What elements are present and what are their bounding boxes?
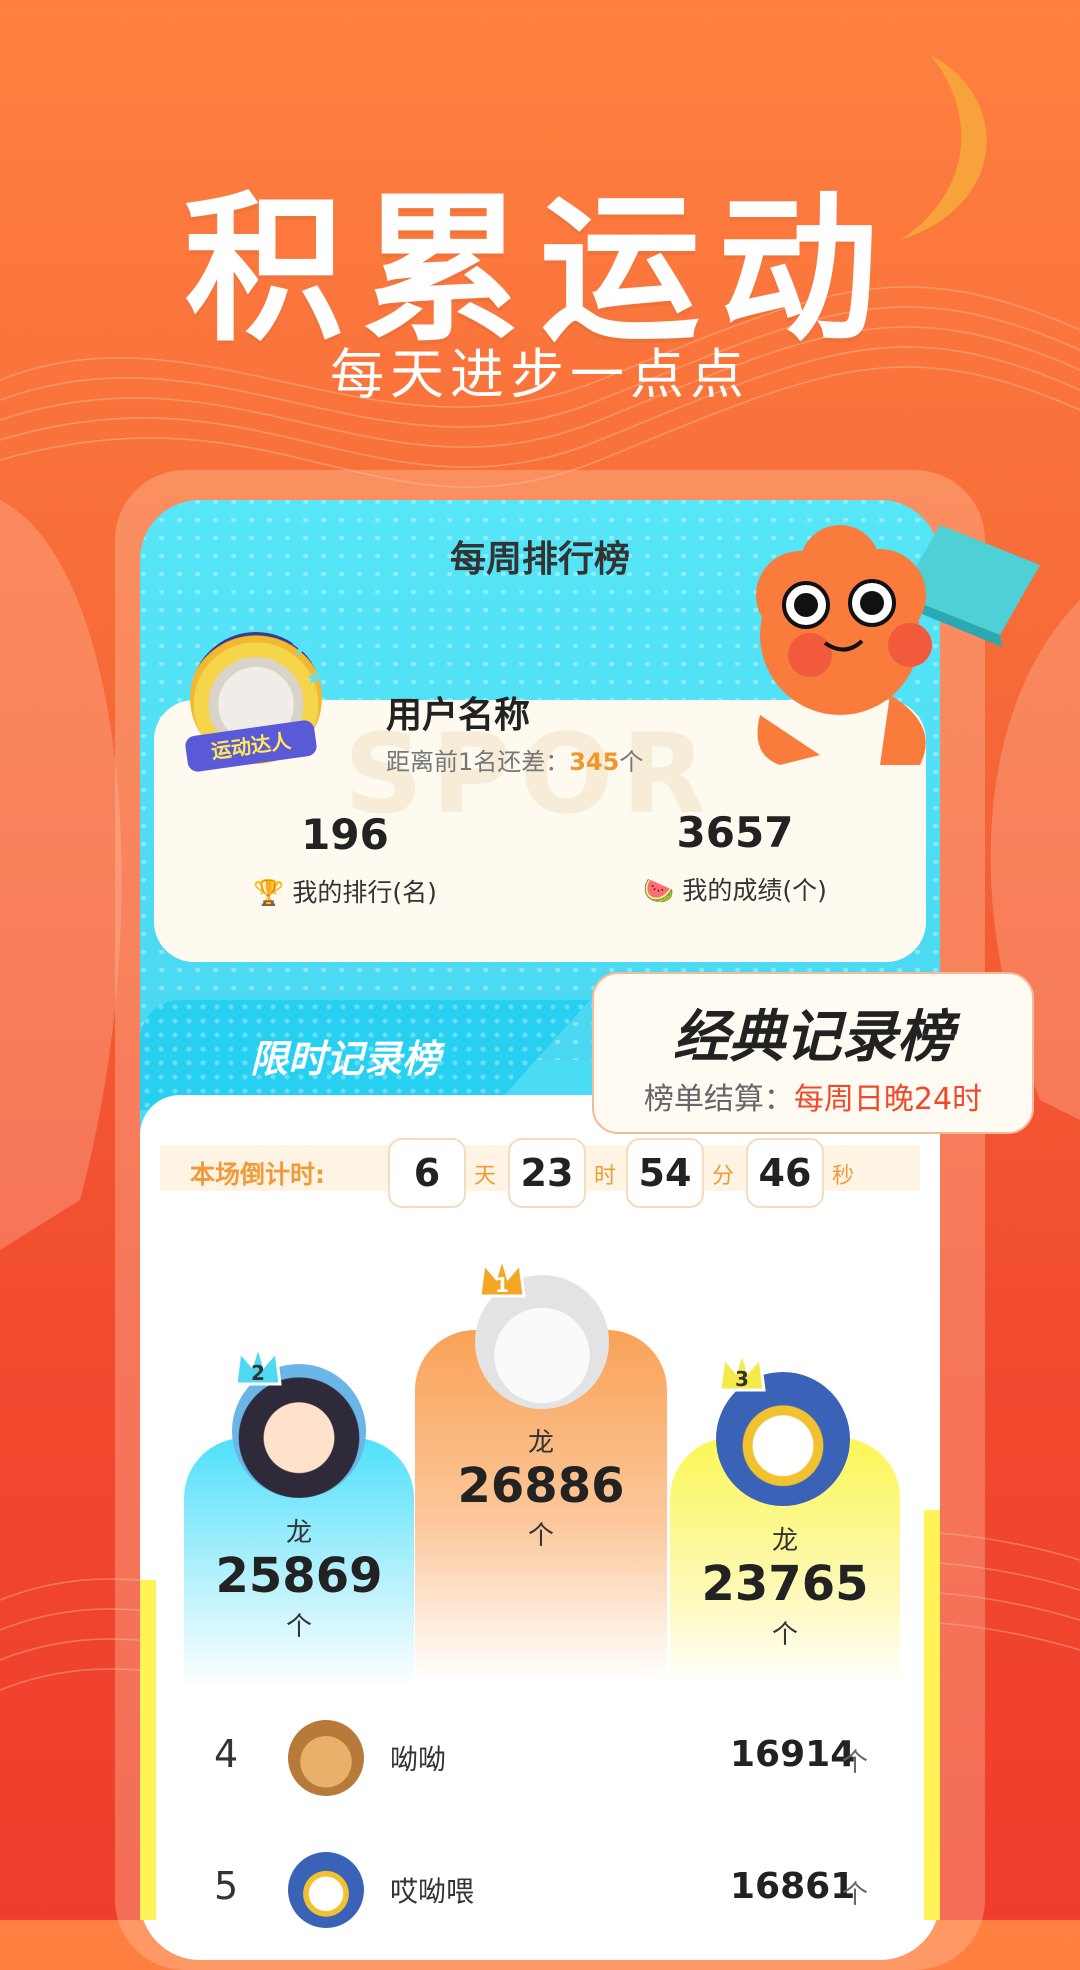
my-rank-label: 我的排行(名): [292, 878, 437, 907]
my-score-stat: 3657 🍉 我的成绩(个): [600, 808, 870, 907]
countdown-seconds-unit: 秒: [832, 1164, 855, 1189]
list-item-score: 16861: [730, 1866, 856, 1907]
list-item-rank: 4: [214, 1732, 239, 1776]
first-place-unit: 个: [527, 1521, 554, 1551]
my-rank-stat: 196 🏆 我的排行(名): [210, 810, 480, 909]
settlement-value: 每周日晚24时: [793, 1082, 983, 1117]
list-item-unit: 个: [842, 1880, 869, 1910]
first-place-name: 龙: [527, 1428, 554, 1458]
star-icon: ★: [290, 630, 316, 663]
second-place-name: 龙: [285, 1518, 312, 1548]
crown-third-icon: 3: [718, 1346, 766, 1392]
mascot-illustration: [756, 525, 1040, 765]
decor-stripe-right: [924, 1510, 940, 1920]
countdown-minutes-unit: 分: [712, 1164, 735, 1189]
list-item-name: 哎呦喂: [390, 1875, 475, 1908]
list-item-name: 呦呦: [390, 1743, 447, 1776]
my-rank-label-row: 🏆 我的排行(名): [210, 873, 480, 909]
my-score-label-row: 🍉 我的成绩(个): [600, 871, 870, 907]
crown-first-icon: 1: [478, 1252, 526, 1298]
hero-subtitle: 每天进步一点点: [330, 343, 750, 406]
svg-text:1: 1: [495, 1273, 509, 1297]
star-icon: ★: [306, 668, 323, 689]
svg-text:2: 2: [251, 1361, 265, 1385]
countdown-days-unit: 天: [474, 1164, 497, 1189]
tab-classic-label: 经典记录榜: [673, 1005, 953, 1070]
second-place-score: 25869: [215, 1548, 383, 1604]
tab-limited-label[interactable]: 限时记录榜: [250, 1028, 440, 1083]
third-place-unit: 个: [771, 1620, 798, 1650]
countdown-minutes: 54: [626, 1138, 704, 1208]
countdown-hours: 23: [508, 1138, 586, 1208]
username: 用户名称: [386, 695, 531, 736]
svg-text:3: 3: [735, 1367, 749, 1391]
second-place-unit: 个: [285, 1612, 312, 1642]
list-item-rank: 5: [214, 1864, 239, 1908]
rank-gap-label: 距离前1名还差：: [386, 748, 570, 776]
trophy-icon: 🏆: [253, 878, 285, 907]
countdown-label: 本场倒计时:: [190, 1160, 325, 1189]
countdown-hours-unit: 时: [594, 1164, 617, 1189]
my-rank-value: 196: [301, 810, 389, 859]
list-item-avatar: [288, 1852, 364, 1928]
list-item-unit: 个: [842, 1748, 869, 1778]
rank-gap-text: 距离前1名还差：345个: [386, 742, 643, 777]
rank-gap-value: 345: [569, 748, 620, 776]
tab-classic[interactable]: 经典记录榜 榜单结算：每周日晚24时: [592, 972, 1034, 1134]
my-score-label: 我的成绩(个): [682, 876, 827, 905]
my-score-value: 3657: [676, 808, 794, 857]
countdown-seconds: 46: [746, 1138, 824, 1208]
rank-gap-unit: 个: [619, 748, 644, 776]
countdown-days: 6: [388, 1138, 466, 1208]
settlement-time: 榜单结算：每周日晚24时: [594, 1074, 1032, 1118]
third-place-score: 23765: [701, 1556, 869, 1612]
crown-second-icon: 2: [234, 1340, 282, 1386]
decor-stripe-left: [140, 1580, 156, 1920]
third-place-name: 龙: [771, 1526, 798, 1556]
list-item-score: 16914: [730, 1734, 856, 1775]
list-item-avatar: [288, 1720, 364, 1796]
watermelon-icon: 🍉: [643, 876, 675, 905]
settlement-label: 榜单结算：: [643, 1082, 794, 1117]
first-place-score: 26886: [457, 1458, 625, 1514]
